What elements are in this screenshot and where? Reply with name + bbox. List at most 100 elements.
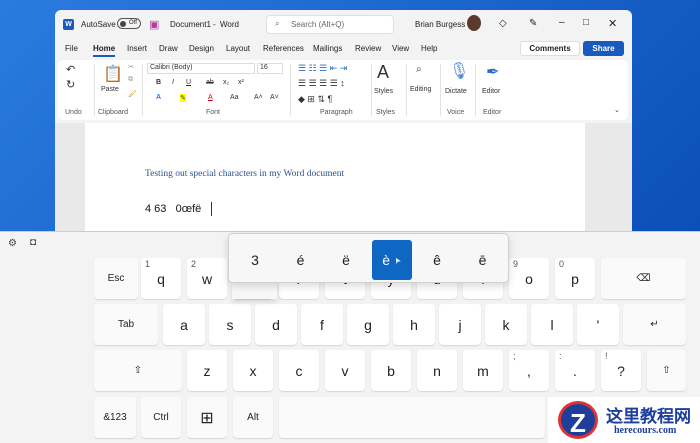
text-effects-button[interactable]: A bbox=[156, 94, 161, 101]
alternate-char-3[interactable]: è ➤ bbox=[371, 240, 412, 280]
key-l[interactable]: l bbox=[531, 304, 573, 345]
copy-icon[interactable]: ⧉ bbox=[128, 76, 133, 84]
paragraph-controls-icon[interactable]: ☰ ☷ ☰ ⇤ ⇥ bbox=[298, 63, 347, 74]
microphone-icon[interactable]: 🎙 bbox=[449, 61, 469, 81]
shrink-font-button[interactable]: A˅ bbox=[270, 94, 279, 101]
key-o[interactable]: 9o bbox=[509, 258, 549, 299]
font-color-button[interactable]: A bbox=[208, 94, 213, 101]
alternate-char-4[interactable]: ê bbox=[417, 240, 457, 280]
tab-insert[interactable]: Insert bbox=[127, 44, 147, 53]
key-q[interactable]: 1q bbox=[141, 258, 181, 299]
tab-help[interactable]: Help bbox=[421, 44, 437, 53]
shading-borders-sort-icons[interactable]: ◆ ⊞ ⇅ ¶ bbox=[298, 94, 332, 105]
tab-mailings[interactable]: Mailings bbox=[313, 44, 342, 53]
key-Esc[interactable]: Esc bbox=[94, 258, 138, 299]
key-p[interactable]: 0p bbox=[555, 258, 595, 299]
paste-button[interactable]: Paste bbox=[101, 86, 119, 93]
key-,[interactable]: ;, bbox=[509, 350, 549, 391]
bold-button[interactable]: B bbox=[156, 79, 161, 86]
italic-button[interactable]: I bbox=[172, 79, 174, 86]
tab-draw[interactable]: Draw bbox=[159, 44, 178, 53]
save-icon[interactable]: ▣ bbox=[149, 18, 159, 31]
editor-button[interactable]: Editor bbox=[482, 88, 500, 95]
avatar[interactable] bbox=[467, 15, 481, 31]
font-name-select[interactable]: Calibri (Body) bbox=[147, 63, 255, 74]
font-size-select[interactable]: 16 bbox=[257, 63, 283, 74]
key-g[interactable]: g bbox=[347, 304, 389, 345]
key-?[interactable]: !? bbox=[601, 350, 641, 391]
key-shift[interactable]: ⇧ bbox=[94, 350, 182, 391]
find-icon[interactable]: ⌕ bbox=[416, 64, 422, 75]
key-shift[interactable]: ⇧ bbox=[647, 350, 686, 391]
settings-icon[interactable]: ⚙ bbox=[8, 238, 17, 249]
key-h[interactable]: h bbox=[393, 304, 435, 345]
key-windows[interactable]: ⊞ bbox=[187, 397, 227, 438]
tab-view[interactable]: View bbox=[392, 44, 409, 53]
tab-references[interactable]: References bbox=[263, 44, 304, 53]
close-icon[interactable]: ✕ bbox=[608, 17, 617, 30]
format-painter-icon[interactable]: 🖌 bbox=[128, 90, 137, 98]
search-box[interactable]: ⌕ Search (Alt+Q) bbox=[266, 15, 394, 34]
tab-home[interactable]: Home bbox=[93, 44, 116, 57]
key-'[interactable]: ' bbox=[577, 304, 619, 345]
space-key[interactable] bbox=[279, 397, 545, 438]
key-w[interactable]: 2w bbox=[187, 258, 227, 299]
key-a[interactable]: a bbox=[163, 304, 205, 345]
editor-icon[interactable]: ✒ bbox=[486, 62, 499, 82]
comments-button[interactable]: Comments bbox=[520, 41, 580, 56]
alignment-icons[interactable]: ☰ ☰ ☰ ☰ ↕ bbox=[298, 78, 345, 89]
key-c[interactable]: c bbox=[279, 350, 319, 391]
key-&123[interactable]: &123 bbox=[94, 397, 136, 438]
tab-layout[interactable]: Layout bbox=[226, 44, 250, 53]
underline-button[interactable]: U bbox=[186, 79, 191, 86]
key-j[interactable]: j bbox=[439, 304, 481, 345]
key-v[interactable]: v bbox=[325, 350, 365, 391]
change-case-button[interactable]: Aa bbox=[230, 94, 239, 101]
key-n[interactable]: n bbox=[417, 350, 457, 391]
diamond-icon[interactable]: ◇ bbox=[499, 18, 507, 29]
subscript-button[interactable]: x₂ bbox=[223, 79, 229, 86]
key-Tab[interactable]: Tab bbox=[94, 304, 158, 345]
tab-review[interactable]: Review bbox=[355, 44, 381, 53]
key-Alt[interactable]: Alt bbox=[233, 397, 273, 438]
key-Ctrl[interactable]: Ctrl bbox=[141, 397, 181, 438]
key-k[interactable]: k bbox=[485, 304, 527, 345]
key-backspace[interactable]: ⌫ bbox=[601, 258, 686, 299]
undo-icon[interactable]: ↶ bbox=[66, 63, 75, 76]
superscript-button[interactable]: x² bbox=[238, 79, 244, 86]
editing-button[interactable]: Editing bbox=[410, 86, 431, 93]
tab-file[interactable]: File bbox=[65, 44, 78, 53]
user-name[interactable]: Brian Burgess bbox=[415, 20, 465, 29]
document-page[interactable]: Testing out special characters in my Wor… bbox=[85, 123, 585, 232]
share-button[interactable]: Share bbox=[583, 41, 624, 56]
cut-icon[interactable]: ✂ bbox=[128, 63, 134, 71]
alternate-char-0[interactable]: 3 bbox=[235, 240, 275, 280]
alternate-char-5[interactable]: ē bbox=[463, 240, 503, 280]
keyboard-layout-icon[interactable]: ◘ bbox=[30, 237, 36, 248]
key-enter[interactable]: ↵ bbox=[623, 304, 686, 345]
dictate-button[interactable]: Dictate bbox=[445, 88, 467, 95]
key-z[interactable]: z bbox=[187, 350, 227, 391]
minimize-icon[interactable]: – bbox=[559, 17, 565, 28]
key-.[interactable]: :. bbox=[555, 350, 595, 391]
key-s[interactable]: s bbox=[209, 304, 251, 345]
tab-design[interactable]: Design bbox=[189, 44, 214, 53]
highlight-icon[interactable]: ✎ bbox=[180, 94, 186, 102]
paste-icon[interactable]: 📋 bbox=[103, 64, 123, 84]
key-d[interactable]: d bbox=[255, 304, 297, 345]
key-m[interactable]: m bbox=[463, 350, 503, 391]
pen-icon[interactable]: ✎ bbox=[529, 18, 537, 29]
key-b[interactable]: b bbox=[371, 350, 411, 391]
grow-font-button[interactable]: A˄ bbox=[254, 94, 263, 101]
styles-icon[interactable]: A bbox=[377, 62, 389, 83]
alternate-char-2[interactable]: ë bbox=[326, 240, 366, 280]
redo-icon[interactable]: ↻ bbox=[66, 78, 75, 91]
key-f[interactable]: f bbox=[301, 304, 343, 345]
maximize-icon[interactable]: □ bbox=[583, 17, 589, 28]
key-x[interactable]: x bbox=[233, 350, 273, 391]
collapse-ribbon-icon[interactable]: ⌄ bbox=[614, 106, 620, 114]
autosave-toggle[interactable]: Off bbox=[117, 18, 141, 29]
strikethrough-button[interactable]: ab bbox=[206, 79, 214, 86]
alternate-char-1[interactable]: é bbox=[281, 240, 321, 280]
styles-button[interactable]: Styles bbox=[374, 88, 393, 95]
